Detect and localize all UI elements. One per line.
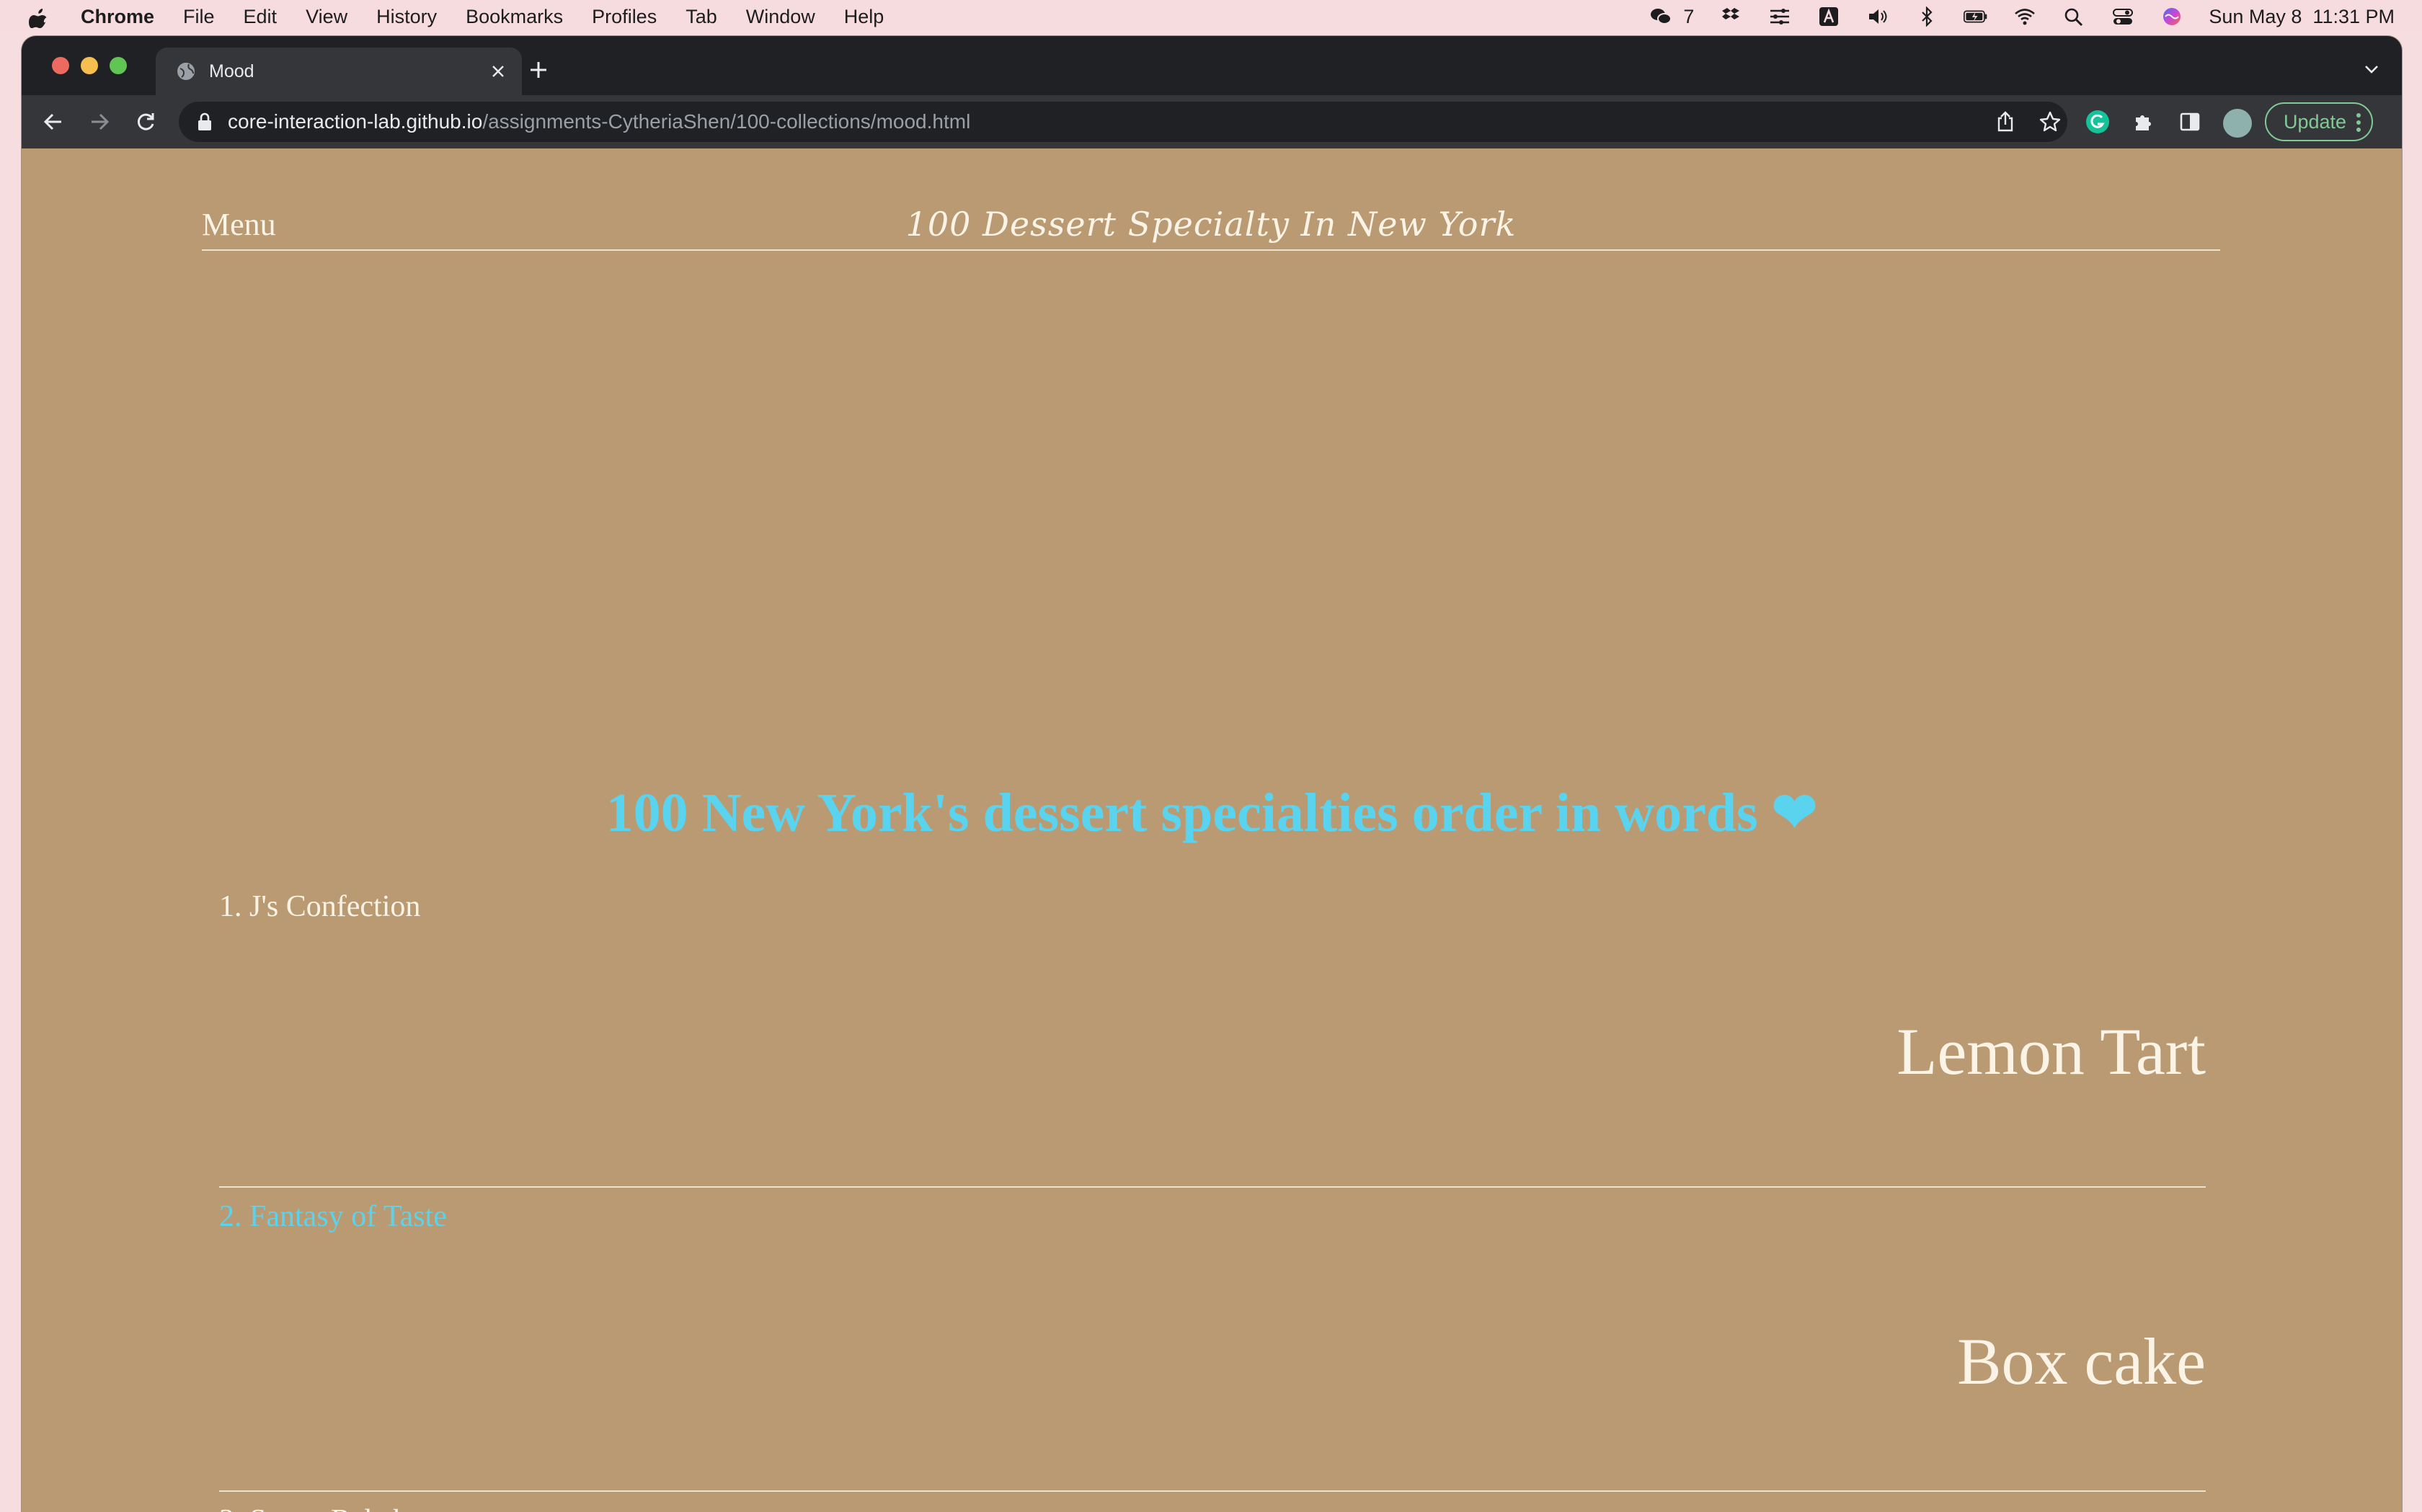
menu-file[interactable]: File	[183, 6, 215, 28]
divider	[219, 1186, 2206, 1188]
dessert-name: Lemon Tart	[1897, 1015, 2206, 1088]
menu-history[interactable]: History	[376, 6, 437, 28]
shop-name[interactable]: 2. Fantasy of Taste	[219, 1199, 447, 1234]
window-close-button[interactable]	[52, 57, 69, 74]
spotlight-search-icon[interactable]	[2062, 6, 2086, 27]
menu-bookmarks[interactable]: Bookmarks	[466, 6, 563, 28]
window-zoom-button[interactable]	[110, 57, 127, 74]
arrow-right-icon	[92, 113, 110, 130]
update-button[interactable]: Update	[2265, 102, 2373, 141]
site-header: Menu 100 Dessert Specialty In New York	[202, 148, 2220, 251]
plus-icon	[531, 62, 546, 78]
extensions-puzzle-icon[interactable]	[2128, 106, 2160, 138]
share-icon[interactable]	[1992, 109, 2018, 135]
update-label: Update	[2284, 110, 2347, 133]
wifi-icon[interactable]	[2013, 6, 2037, 27]
site-title: 100 Dessert Specialty In New York	[905, 205, 1517, 244]
wechat-status[interactable]: 7	[1649, 6, 1694, 28]
shop-name[interactable]: 1. J's Confection	[219, 889, 420, 924]
menu-tab[interactable]: Tab	[686, 6, 717, 28]
back-button[interactable]	[36, 104, 71, 139]
side-panel-icon[interactable]	[2174, 106, 2206, 138]
forward-button[interactable]	[82, 104, 117, 139]
input-source-icon[interactable]	[1816, 6, 1841, 27]
lock-icon[interactable]	[196, 112, 213, 132]
browser-toolbar: core-interaction-lab.github.io/assignmen…	[22, 95, 2402, 148]
reload-button[interactable]	[128, 104, 163, 139]
tab-strip: Mood	[22, 36, 2402, 95]
reload-icon	[137, 113, 154, 130]
grammarly-extension-icon[interactable]	[2082, 106, 2113, 138]
globe-icon	[176, 61, 196, 81]
more-vert-icon	[2356, 112, 2361, 138]
chevron-down-icon	[2365, 66, 2378, 74]
page-headline: 100 New York's dessert specialties order…	[606, 783, 1818, 843]
url-host: core-interaction-lab.github.io	[228, 110, 483, 133]
list-item[interactable]: 3. Sweet Rehab	[219, 1490, 2206, 1512]
tab-search-button[interactable]	[2357, 55, 2386, 84]
url-path: /assignments-CytheriaShen/100-collection…	[482, 110, 971, 133]
bookmark-star-icon[interactable]	[2037, 109, 2063, 135]
battery-icon[interactable]	[1964, 6, 1988, 27]
apple-menu-icon[interactable]	[29, 5, 49, 28]
clock-datetime[interactable]: Sun May 8 11:31 PM	[2209, 6, 2395, 28]
new-tab-button[interactable]	[520, 52, 556, 88]
url-text: core-interaction-lab.github.io/assignmen…	[228, 110, 970, 133]
list-item[interactable]: 2. Fantasy of Taste Box cake	[219, 1186, 2206, 1489]
menu-view[interactable]: View	[306, 6, 347, 28]
menu-window[interactable]: Window	[746, 6, 815, 28]
volume-icon[interactable]	[1866, 6, 1890, 27]
bluetooth-icon[interactable]	[1915, 6, 1939, 27]
macos-menubar: Chrome File Edit View History Bookmarks …	[0, 0, 2422, 33]
arrow-left-icon	[43, 113, 61, 130]
address-bar[interactable]: core-interaction-lab.github.io/assignmen…	[179, 102, 2067, 142]
window-minimize-button[interactable]	[81, 57, 98, 74]
menu-help[interactable]: Help	[844, 6, 884, 28]
tab-mood[interactable]: Mood	[156, 48, 522, 95]
menu-edit[interactable]: Edit	[244, 6, 278, 28]
wechat-icon	[1649, 6, 1673, 27]
siri-icon[interactable]	[2160, 6, 2184, 27]
web-page: Menu 100 Dessert Specialty In New York 1…	[22, 148, 2402, 1512]
tab-close-icon[interactable]	[487, 61, 509, 82]
browser-window: Mood core-interaction-lab.github.io/assi…	[22, 36, 2402, 1512]
profile-avatar[interactable]	[2223, 109, 2252, 138]
menu-app-name[interactable]: Chrome	[81, 6, 154, 28]
dessert-name: Box cake	[1957, 1325, 2206, 1398]
list-item[interactable]: 1. J's Confection Lemon Tart	[219, 876, 2206, 1179]
status-area: 7 Sun May 8 11:31 PM	[1649, 0, 2395, 33]
divider	[219, 1490, 2206, 1492]
tab-title: Mood	[209, 61, 254, 81]
sliders-icon[interactable]	[1767, 6, 1792, 27]
dropbox-icon[interactable]	[1718, 6, 1743, 27]
control-center-icon[interactable]	[2111, 6, 2135, 27]
wechat-count: 7	[1683, 5, 1695, 27]
menu-profiles[interactable]: Profiles	[592, 6, 657, 28]
shop-name[interactable]: 3. Sweet Rehab	[219, 1503, 408, 1512]
